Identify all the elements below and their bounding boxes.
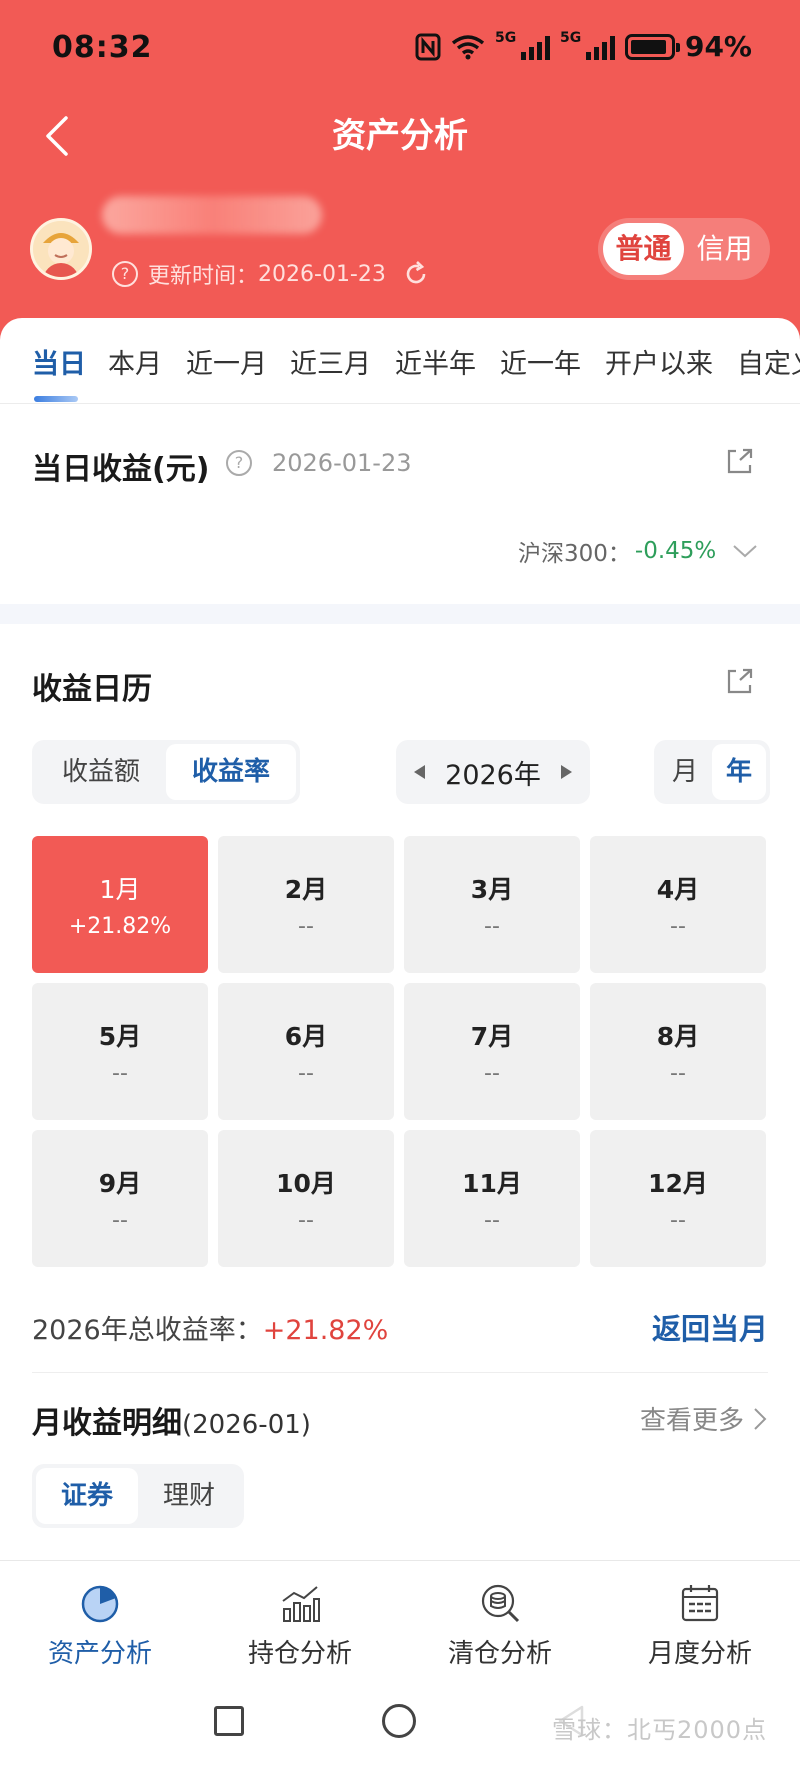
signal-icon: 5G [495, 30, 550, 60]
monthly-detail-title: 月收益明细(2026-01) [32, 1398, 311, 1442]
month-cell-8[interactable]: 8月 -- [590, 983, 766, 1120]
detail-type-toggle: 证券 理财 [32, 1464, 244, 1528]
month-cell-7[interactable]: 7月 -- [404, 983, 580, 1120]
chevron-down-icon [733, 545, 757, 558]
nav-clearance-analysis[interactable]: 清仓分析 [400, 1561, 600, 1690]
status-time: 08:32 [52, 30, 153, 65]
value-type-toggle: 收益额 收益率 [32, 740, 300, 804]
battery-icon [624, 33, 680, 60]
year-label: 2026年 [445, 759, 541, 791]
calendar-title: 收益日历 [32, 672, 152, 707]
year-picker: 2026年 [396, 740, 590, 804]
tab-last-year[interactable]: 近一年 [500, 342, 581, 381]
coin-search-icon [481, 1584, 520, 1623]
pie-chart-icon [81, 1585, 119, 1623]
benchmark-row[interactable]: 沪深300： -0.45% [518, 534, 760, 568]
tab-since-open[interactable]: 开户以来 [605, 342, 713, 381]
nav-asset-analysis[interactable]: 资产分析 [0, 1561, 200, 1690]
view-more-link[interactable]: 查看更多 [640, 1400, 768, 1437]
tab-last-3-months[interactable]: 近三月 [290, 342, 371, 381]
signal-icon-2: 5G [560, 30, 615, 60]
tab-today[interactable]: 当日 [32, 342, 86, 381]
month-cell-2[interactable]: 2月 -- [218, 836, 394, 973]
nav-monthly-analysis[interactable]: 月度分析 [600, 1561, 800, 1690]
daily-profit-title-text: 当日收益(元) [32, 452, 210, 487]
month-cell-9[interactable]: 9月 -- [32, 1130, 208, 1267]
nav-label: 清仓分析 [447, 1639, 552, 1669]
toggle-normal[interactable]: 普通 [603, 223, 684, 275]
bar-trend-icon [282, 1586, 320, 1622]
wifi-icon [451, 34, 485, 59]
tab-last-month[interactable]: 近一月 [186, 342, 267, 381]
nav-label: 持仓分析 [247, 1639, 352, 1669]
daily-help-icon[interactable]: ? [226, 450, 252, 476]
battery-percent: 94% [684, 30, 752, 63]
nfc-icon [415, 33, 441, 60]
update-label: 更新时间： [148, 264, 259, 289]
avatar-face-icon [33, 221, 89, 277]
toggle-year[interactable]: 年 [712, 744, 766, 800]
account-name-blurred [102, 196, 322, 234]
update-row: ? 更新时间： 2026-01-23 [112, 258, 430, 290]
update-date: 2026-01-23 [258, 261, 386, 287]
back-to-current-month-button[interactable]: 返回当月 [652, 1306, 768, 1348]
calendar-icon [681, 1585, 719, 1622]
benchmark-label: 沪深300： [518, 541, 631, 567]
nav-label: 资产分析 [47, 1639, 152, 1669]
toggle-rate[interactable]: 收益率 [166, 744, 296, 800]
nav-position-analysis[interactable]: 持仓分析 [200, 1561, 400, 1690]
view-more-label: 查看更多 [639, 1406, 744, 1436]
tab-custom[interactable]: 自定义 [737, 342, 800, 381]
recent-apps-button[interactable] [214, 1706, 244, 1736]
month-cell-5[interactable]: 5月 -- [32, 983, 208, 1120]
tab-this-month[interactable]: 本月 [108, 342, 162, 381]
year-total-row: 2026年总收益率：+21.82% [32, 1308, 388, 1347]
header: 08:32 5G 5G 94% 资产分析 ? 更新时间： 2026-01-23 … [0, 0, 800, 340]
nav-label: 月度分析 [647, 1639, 752, 1669]
share-icon[interactable] [724, 446, 754, 476]
calendar-share-icon[interactable] [724, 666, 754, 696]
page-title: 资产分析 [332, 116, 468, 156]
daily-date: 2026-01-23 [272, 449, 412, 477]
divider-line [32, 1372, 768, 1373]
status-indicators: 5G 5G 94% [415, 30, 752, 63]
avatar[interactable] [30, 218, 92, 280]
bottom-nav: 资产分析 持仓分析 清仓分析 月度分析 [0, 1560, 800, 1690]
toggle-credit[interactable]: 信用 [684, 223, 765, 275]
watermark: 雪球：北丐2000点 [552, 1716, 768, 1744]
section-divider [0, 604, 800, 624]
month-cell-1[interactable]: 1月 +21.82% [32, 836, 208, 973]
account-type-toggle: 普通 信用 [598, 218, 770, 280]
month-cell-10[interactable]: 10月 -- [218, 1130, 394, 1267]
toggle-wealth[interactable]: 理财 [138, 1468, 240, 1524]
status-bar: 08:32 5G 5G 94% [0, 0, 800, 100]
refresh-icon[interactable] [402, 260, 430, 288]
system-nav-bar: 雪球：北丐2000点 [0, 1690, 800, 1768]
monthly-detail-title-text: 月收益明细 [32, 1406, 182, 1441]
benchmark-value: -0.45% [634, 538, 717, 564]
month-cell-6[interactable]: 6月 -- [218, 983, 394, 1120]
month-cell-12[interactable]: 12月 -- [590, 1130, 766, 1267]
month-cell-4[interactable]: 4月 -- [590, 836, 766, 973]
daily-profit-title: 当日收益(元) [32, 444, 209, 488]
month-cell-11[interactable]: 11月 -- [404, 1130, 580, 1267]
chevron-right-icon [754, 1407, 767, 1430]
month-cell-3[interactable]: 3月 -- [404, 836, 580, 973]
home-button[interactable] [382, 1704, 416, 1738]
toggle-securities[interactable]: 证券 [36, 1468, 138, 1524]
help-icon[interactable]: ? [112, 261, 138, 287]
toggle-month[interactable]: 月 [658, 744, 712, 800]
year-total-value: +21.82% [262, 1315, 389, 1346]
period-toggle: 月 年 [654, 740, 770, 804]
month-grid: 1月 +21.82% 2月 -- 3月 -- 4月 -- 5月 -- 6月 -- 7月 -- … [32, 836, 768, 1267]
tab-last-half-year[interactable]: 近半年 [395, 342, 476, 381]
year-total-label: 2026年总收益率： [32, 1315, 263, 1346]
tab-indicator [34, 396, 78, 402]
range-tabs: 当日 本月 近一月 近三月 近半年 近一年 开户以来 自定义 [0, 318, 800, 404]
next-year-icon[interactable] [561, 765, 572, 779]
toggle-amount[interactable]: 收益额 [36, 744, 166, 800]
monthly-detail-period: (2026-01) [182, 1410, 311, 1440]
prev-year-icon[interactable] [414, 765, 425, 779]
